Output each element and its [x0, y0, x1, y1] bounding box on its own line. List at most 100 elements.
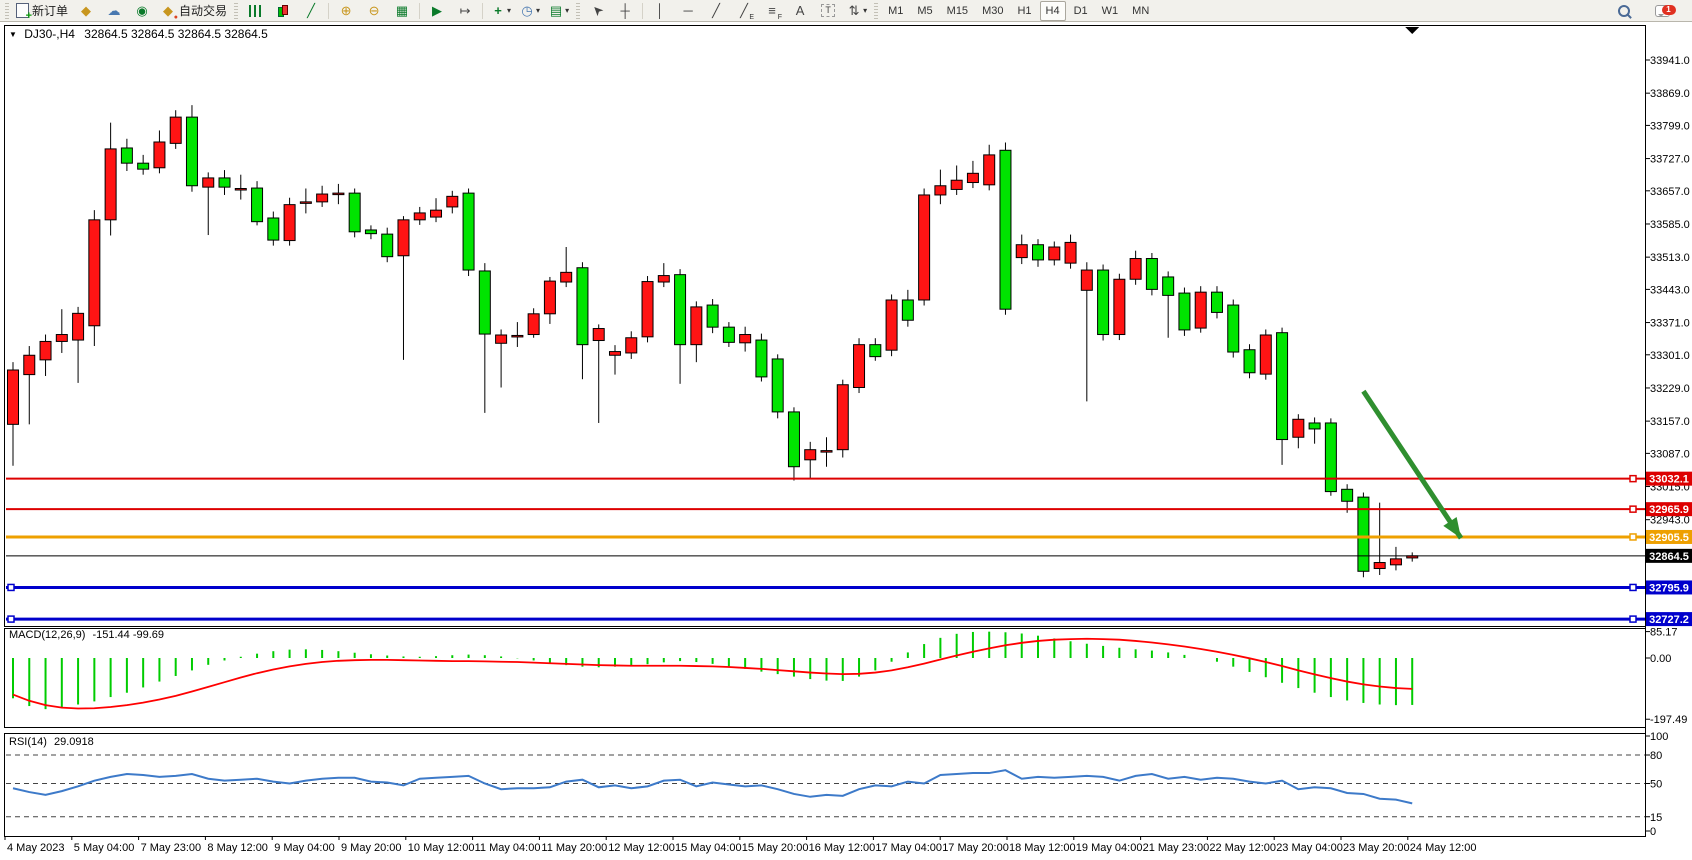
chevron-down-icon: ▾ — [507, 6, 511, 15]
search-button[interactable] — [1610, 0, 1638, 22]
toolbar-grip[interactable] — [576, 3, 580, 19]
chart-symbol-timeframe: DJ30-,H4 — [24, 27, 75, 41]
timeframe-button-m5[interactable]: M5 — [911, 1, 938, 21]
trendline-icon: ╱ — [708, 3, 724, 19]
candlestick-icon — [276, 4, 290, 18]
bar-chart-button[interactable] — [241, 0, 269, 22]
candle-body — [284, 205, 295, 241]
line-chart-button[interactable]: ╱ — [297, 0, 325, 22]
vertical-line-icon: │ — [652, 3, 668, 19]
signals-button[interactable]: ◉ — [128, 0, 156, 22]
candle-body — [886, 300, 897, 350]
horizontal-line-button[interactable]: ─ — [674, 0, 702, 22]
candle-body — [1390, 559, 1401, 565]
arrows-button[interactable]: ⇅ ▾ — [842, 0, 871, 22]
candle-body — [8, 370, 19, 424]
text-button[interactable]: A — [786, 0, 814, 22]
timeframe-button-mn[interactable]: MN — [1126, 1, 1155, 21]
timeframe-button-d1[interactable]: D1 — [1068, 1, 1094, 21]
toolbar-grip[interactable] — [5, 3, 9, 19]
candle-body — [642, 282, 653, 337]
fibonacci-button[interactable]: ≡ — [758, 0, 786, 22]
auto-scroll-button[interactable]: ▶ — [423, 0, 451, 22]
zoom-out-button[interactable]: ⊖ — [360, 0, 388, 22]
tile-windows-button[interactable]: ▦ — [388, 0, 416, 22]
candle-body — [756, 340, 767, 377]
candle-body — [1130, 259, 1141, 280]
new-order-label: 新订单 — [32, 2, 68, 19]
svg-text:33371.0: 33371.0 — [1650, 318, 1690, 330]
indicators-button[interactable]: + ▾ — [486, 0, 515, 22]
cursor-button[interactable]: ➤ — [583, 0, 611, 22]
svg-text:22 May 12:00: 22 May 12:00 — [1209, 842, 1276, 854]
macd-name: MACD(12,26,9) — [9, 629, 85, 641]
candle-body — [1374, 563, 1385, 569]
svg-text:33585.0: 33585.0 — [1650, 219, 1690, 231]
market-watch-button[interactable]: ◆ — [72, 0, 100, 22]
candle-body — [73, 313, 84, 340]
candle-body — [658, 276, 669, 282]
zoom-in-button[interactable]: ⊕ — [332, 0, 360, 22]
candle-body — [479, 271, 490, 334]
svg-text:33157.0: 33157.0 — [1650, 416, 1690, 428]
svg-text:100: 100 — [1650, 731, 1668, 743]
crosshair-button[interactable]: ┼ — [611, 0, 639, 22]
candle-body — [382, 234, 393, 257]
timeframe-button-h1[interactable]: H1 — [1011, 1, 1037, 21]
candlestick-button[interactable] — [269, 0, 297, 22]
candle-body — [675, 275, 686, 345]
periods-button[interactable]: ◷ ▾ — [515, 0, 544, 22]
candle-body — [105, 149, 116, 220]
community-button[interactable]: ☁ — [100, 0, 128, 22]
templates-button[interactable]: ▤ ▾ — [544, 0, 573, 22]
svg-text:8 May 12:00: 8 May 12:00 — [207, 842, 268, 854]
equidistant-channel-icon: ╱ — [736, 3, 752, 19]
svg-text:11 May 20:00: 11 May 20:00 — [541, 842, 607, 854]
svg-text:33941.0: 33941.0 — [1650, 55, 1690, 67]
candle-body — [317, 194, 328, 202]
candle-body — [1228, 305, 1239, 352]
candle-body — [154, 142, 165, 168]
candle-body — [138, 163, 149, 169]
toolbar-grip[interactable] — [234, 3, 238, 19]
chart-shift-button[interactable]: ↦ — [451, 0, 479, 22]
timeframe-button-m1[interactable]: M1 — [882, 1, 909, 21]
chart-expander-icon[interactable]: ▼ — [9, 30, 17, 39]
candle-body — [431, 210, 442, 217]
candle-body — [300, 202, 311, 204]
candle-body — [967, 173, 978, 182]
svg-text:9 May 20:00: 9 May 20:00 — [341, 842, 402, 854]
svg-text:23 May 04:00: 23 May 04:00 — [1276, 842, 1343, 854]
svg-text:7 May 23:00: 7 May 23:00 — [141, 842, 202, 854]
candle-body — [170, 117, 181, 143]
candle-body — [219, 178, 230, 187]
autotrade-button[interactable]: ◆ 自动交易 — [156, 0, 231, 22]
line-handle — [1630, 506, 1636, 512]
timeframe-button-w1[interactable]: W1 — [1096, 1, 1125, 21]
timeframe-button-m30[interactable]: M30 — [976, 1, 1009, 21]
toolbar-grip[interactable] — [874, 3, 878, 19]
line-handle — [1630, 476, 1636, 482]
price-axis[interactable]: 33941.033869.033799.033727.033657.033585… — [1645, 25, 1690, 838]
candle-body — [1000, 150, 1011, 309]
candle-body — [89, 220, 100, 326]
candle-body — [1260, 335, 1271, 374]
channel-button[interactable]: ╱ — [730, 0, 758, 22]
line-handle — [1630, 534, 1636, 540]
time-axis[interactable]: 4 May 20235 May 04:007 May 23:008 May 12… — [4, 836, 1646, 854]
candle-body — [1325, 423, 1336, 492]
candle-body — [528, 314, 539, 335]
new-order-button[interactable]: 新订单 — [12, 0, 72, 22]
timeframe-button-h4[interactable]: H4 — [1040, 1, 1066, 21]
chart-svg[interactable]: 33941.033869.033799.033727.033657.033585… — [0, 22, 1692, 860]
notifications-button[interactable]: 1 — [1648, 0, 1676, 22]
svg-text:32965.9: 32965.9 — [1649, 504, 1689, 516]
svg-text:16 May 12:00: 16 May 12:00 — [809, 842, 876, 854]
text-label-button[interactable]: T — [814, 0, 842, 22]
vertical-line-button[interactable]: │ — [646, 0, 674, 22]
trendline-button[interactable]: ╱ — [702, 0, 730, 22]
price-line-labels: 33032.132965.932905.532864.532795.932727… — [1646, 472, 1692, 626]
chevron-down-icon: ▾ — [536, 6, 540, 15]
timeframe-button-m15[interactable]: M15 — [941, 1, 974, 21]
svg-text:11 May 04:00: 11 May 04:00 — [475, 842, 541, 854]
